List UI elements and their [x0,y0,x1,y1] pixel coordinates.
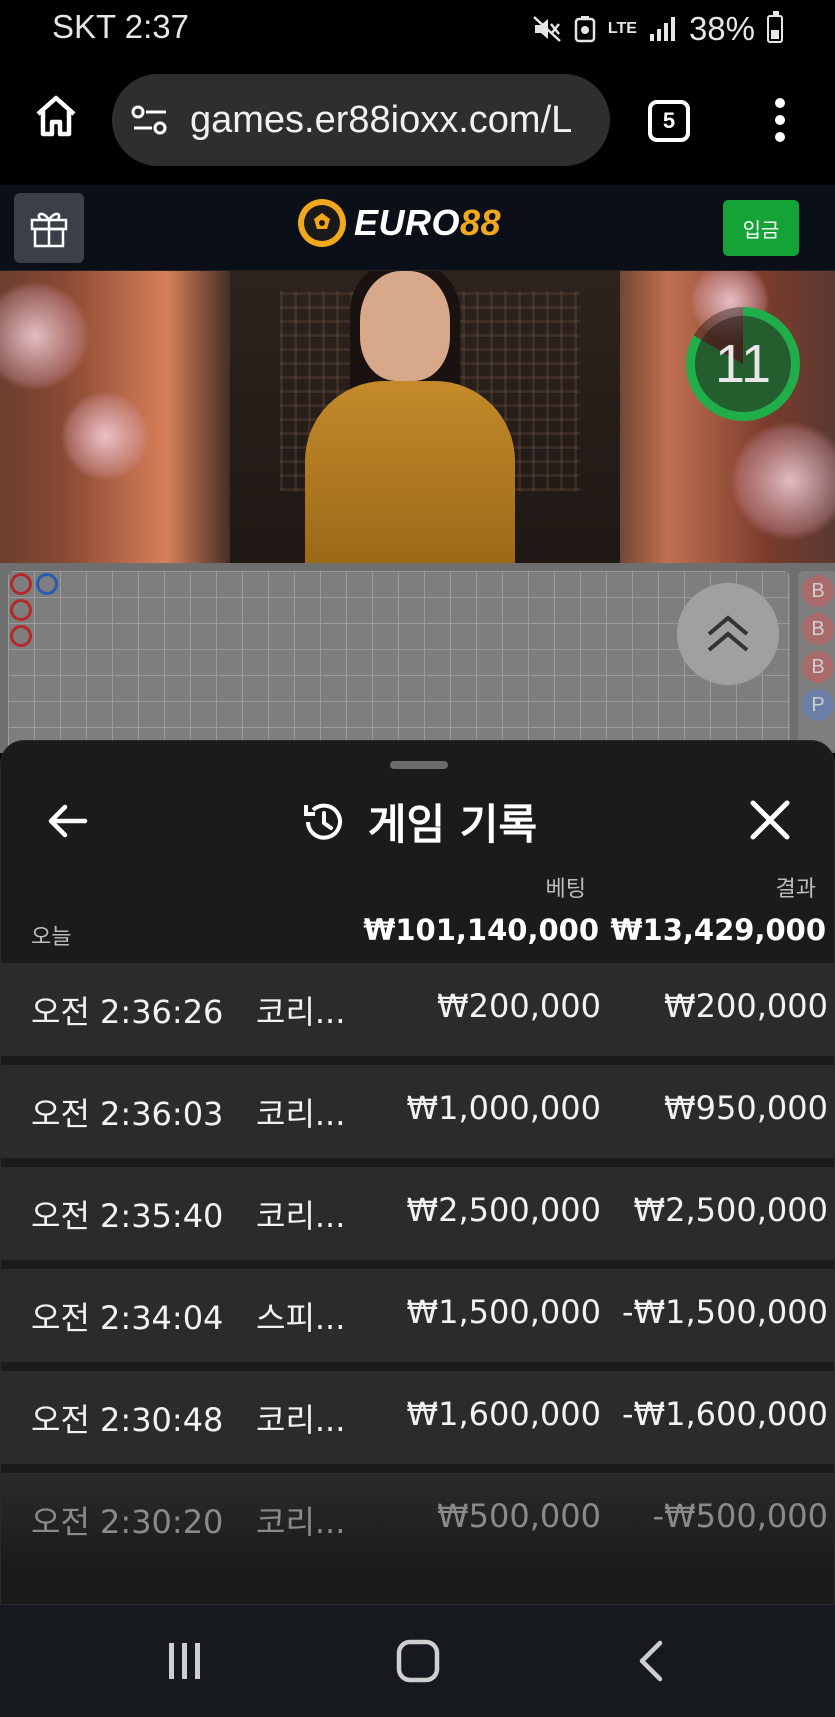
signal-icon [649,17,675,41]
row-result: -₩500,000 [652,1497,828,1535]
bead-banker [10,625,32,647]
gift-icon [30,212,68,248]
row-bet: ₩2,500,000 [406,1191,602,1229]
soccer-ball-icon [298,199,346,247]
status-bar: SKT 2:37 LTE 38% [0,0,835,62]
recent-apps-icon [169,1643,200,1679]
blossom-decoration [730,421,835,541]
row-result: ₩950,000 [664,1089,828,1127]
blossom-decoration [60,391,150,481]
gift-button[interactable] [14,193,84,263]
bead-player [36,573,58,595]
scroll-up-button[interactable] [677,583,779,685]
tab-switcher-button[interactable]: 5 [648,100,690,142]
side-road-chip: P [802,689,834,721]
history-icon [303,803,342,840]
sheet-drag-handle[interactable] [390,761,448,769]
battery-icon [767,11,783,43]
recent-apps-button[interactable] [155,1631,215,1691]
row-bet: ₩1,500,000 [406,1293,602,1331]
system-nav-bar [0,1605,835,1717]
row-game: 스피... [256,1299,346,1337]
game-history-sheet: 게임 기록 베팅 결과 오늘 ₩101,140,000 ₩13,429,000 … [0,740,835,1605]
bead-road-grid [8,571,790,751]
close-icon[interactable] [747,797,793,843]
history-row[interactable]: 오전 2:35:40 코리... ₩2,500,000 ₩2,500,000 [1,1167,834,1260]
row-game: 코리... [256,1503,346,1541]
row-result: ₩200,000 [664,987,828,1025]
history-row[interactable]: 오전 2:30:20 코리... ₩500,000 -₩500,000 [1,1473,834,1566]
today-label: 오늘 [31,925,72,950]
double-chevron-up-icon [707,615,749,652]
column-header-bet: 베팅 [545,877,586,902]
history-row[interactable]: 오전 2:30:48 코리... ₩1,600,000 -₩1,600,000 [1,1371,834,1464]
tab-count: 5 [662,108,676,133]
home-nav-button[interactable] [388,1631,448,1691]
mute-icon [533,16,561,42]
dealer-head [360,271,450,381]
row-result: ₩2,500,000 [633,1191,829,1229]
home-square-icon [396,1639,440,1683]
history-row[interactable]: 오전 2:36:26 코리... ₩200,000 ₩200,000 [1,963,834,1056]
site-settings-icon[interactable] [130,102,170,138]
row-time: 오전 2:34:04 [31,1299,224,1337]
live-dealer-video[interactable]: 11 [0,271,835,563]
home-icon[interactable] [32,92,80,140]
row-result: -₩1,500,000 [621,1293,828,1331]
url-text: games.er88ioxx.com/L [190,98,573,141]
row-time: 오전 2:35:40 [31,1197,224,1235]
sheet-header: 게임 기록 [1,791,834,852]
row-game: 코리... [256,993,346,1031]
history-list: 오전 2:36:26 코리... ₩200,000 ₩200,000 오전 2:… [1,963,834,1575]
row-result: -₩1,600,000 [621,1395,828,1433]
battery-percent: 38% [688,10,755,47]
history-row[interactable]: 오전 2:34:04 스피... ₩1,500,000 -₩1,500,000 [1,1269,834,1362]
overflow-menu-icon[interactable] [768,98,792,142]
countdown-value: 11 [695,316,791,412]
row-bet: ₩1,000,000 [406,1089,602,1127]
row-game: 코리... [256,1401,346,1439]
battery-saver-icon [574,16,596,43]
row-time: 오전 2:30:20 [31,1503,224,1541]
row-time: 오전 2:36:03 [31,1095,224,1133]
back-nav-button[interactable] [622,1631,682,1691]
countdown-timer: 11 [686,307,800,421]
bead-banker [10,599,32,621]
sheet-title: 게임 기록 [367,800,538,849]
total-result: ₩13,429,000 [610,913,826,947]
total-bet: ₩101,140,000 [363,913,599,947]
history-row[interactable]: 오전 2:36:03 코리... ₩1,000,000 ₩950,000 [1,1065,834,1158]
site-header: EURO88 입금 [0,185,835,271]
row-bet: ₩500,000 [437,1497,601,1535]
deposit-button[interactable]: 입금 [723,200,799,256]
status-icons: LTE 38% [532,10,783,48]
row-bet: ₩1,600,000 [406,1395,602,1433]
row-game: 코리... [256,1095,346,1133]
row-bet: ₩200,000 [437,987,601,1025]
site-logo[interactable]: EURO88 [298,199,501,247]
bead-banker [10,573,32,595]
row-game: 코리... [256,1197,346,1235]
roadmap-panel: B B B P [0,563,835,753]
browser-toolbar: games.er88ioxx.com/L 5 [0,62,835,185]
side-road-chip: B [802,613,834,645]
chevron-left-icon [639,1640,663,1682]
lte-indicator: LTE [607,20,637,37]
row-time: 오전 2:36:26 [31,993,224,1031]
logo-wordmark: EURO88 [354,202,502,243]
side-road-chip: B [802,651,834,683]
column-header-result: 결과 [775,877,816,902]
dealer-body [305,381,515,563]
side-road-chip: B [802,575,834,607]
blossom-decoration [0,281,90,391]
status-carrier-time: SKT 2:37 [52,8,189,45]
address-bar[interactable]: games.er88ioxx.com/L [112,74,610,166]
row-time: 오전 2:30:48 [31,1401,224,1439]
